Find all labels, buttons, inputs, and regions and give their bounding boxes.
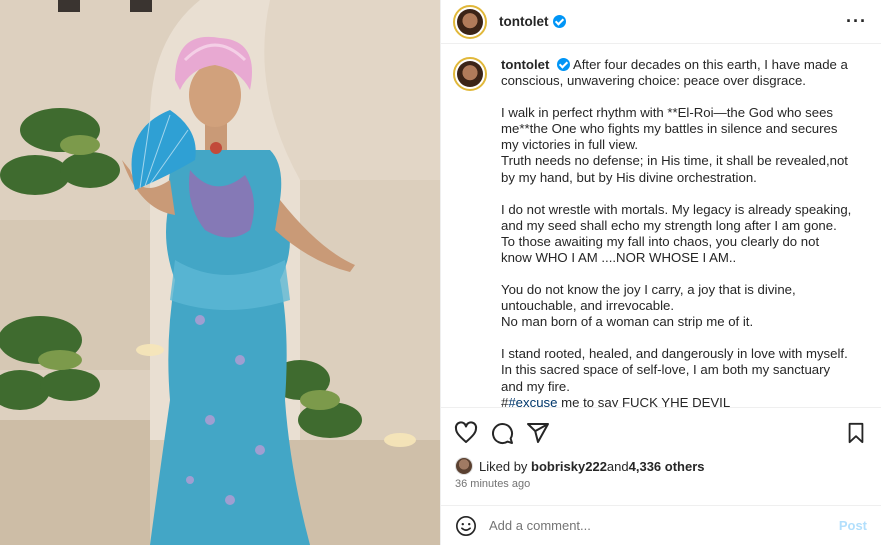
bookmark-icon [848,422,864,443]
comment-button[interactable] [489,420,515,446]
caption: tontolet After four decades on this eart… [501,57,853,407]
comment-input[interactable] [489,518,809,533]
send-icon [527,422,549,443]
caption-avatar[interactable] [453,57,487,91]
save-button[interactable] [843,420,869,446]
caption-username[interactable]: tontolet [501,57,549,72]
caption-paragraph-5: I stand rooted, healed, and dangerously … [501,346,848,394]
instagram-post: tontolet ··· tontolet After four decades… [0,0,881,545]
post-side-panel: tontolet ··· tontolet After four decades… [440,0,881,545]
caption-scroll-area[interactable]: tontolet After four decades on this eart… [441,45,881,407]
post-photo-illustration [0,0,440,545]
and-label: and [606,458,629,474]
caption-paragraph-3: I do not wrestle with mortals. My legacy… [501,201,852,265]
share-button[interactable] [525,420,551,446]
liker-avatar[interactable] [455,457,473,475]
verified-badge-icon [557,58,571,71]
avatar[interactable] [453,4,487,39]
liked-by-label: Liked by [479,458,528,474]
action-bar [441,407,881,457]
post-comment-button[interactable]: Post [839,518,867,533]
likes-count[interactable]: 4,336 others [629,459,705,474]
post-photo[interactable] [0,0,440,545]
caption-paragraph-4: You do not know the joy I carry, a joy t… [501,282,796,330]
liker-username[interactable]: bobrisky222 [531,459,607,474]
likes-summary[interactable]: Liked by bobrisky222 and 4,336 others [455,457,705,475]
post-header: tontolet ··· [441,0,881,44]
comment-bar: Post [441,505,881,545]
hashtag-link[interactable]: #excuse [508,395,557,407]
username-link[interactable]: tontolet [499,14,549,29]
timestamp[interactable]: 36 minutes ago [455,478,530,490]
caption-paragraph-2: I walk in perfect rhythm with **El-Roi—t… [501,105,848,185]
emoji-icon[interactable] [455,515,477,537]
more-options-icon[interactable]: ··· [846,11,867,32]
caption-paragraph-1: After four decades on this earth, I have… [501,57,848,89]
verified-badge-icon [552,15,566,28]
like-button[interactable] [453,420,479,446]
hashtag-rest: me to say FUCK YHE DEVIL [557,394,731,407]
heart-icon [454,420,478,443]
comment-icon [492,422,514,444]
